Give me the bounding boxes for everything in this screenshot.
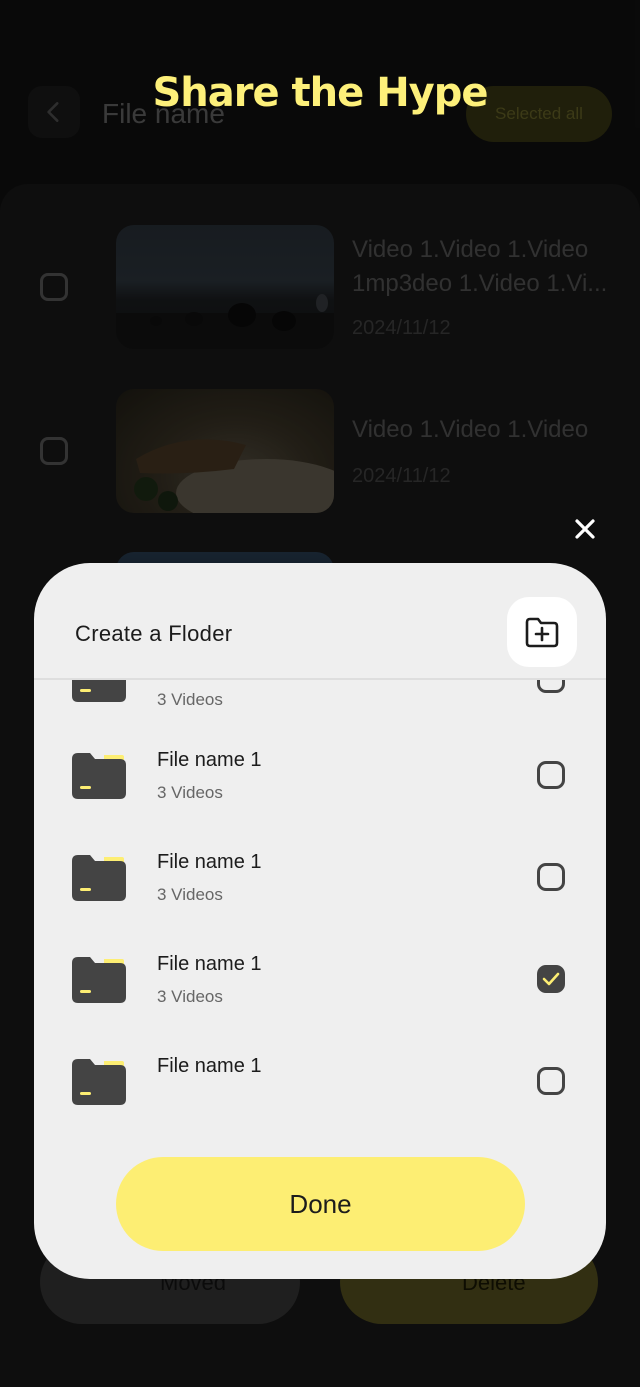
check-icon	[542, 972, 560, 986]
folder-checkbox[interactable]	[537, 680, 565, 693]
folder-checkbox[interactable]	[537, 863, 565, 891]
close-icon	[575, 519, 595, 539]
folder-row[interactable]: 3 Videos	[34, 680, 606, 730]
folder-list[interactable]: 3 Videos File name 1 3 Videos File name …	[34, 680, 606, 1129]
folder-video-count: 3 Videos	[157, 885, 223, 904]
create-folder-dialog: Create a Floder 3 Videos File name 1 3 V…	[34, 563, 606, 1279]
folder-icon	[72, 680, 126, 702]
folder-icon	[72, 957, 126, 1003]
folder-name: File name 1	[157, 1055, 262, 1077]
close-button[interactable]	[570, 514, 600, 544]
folder-checkbox[interactable]	[537, 1067, 565, 1095]
folder-checkbox[interactable]	[537, 761, 565, 789]
folder-icon	[72, 855, 126, 901]
folder-name: File name 1	[157, 749, 262, 771]
folder-row[interactable]: File name 1 3 Videos	[34, 935, 606, 1037]
folder-video-count: 3 Videos	[157, 987, 223, 1006]
share-banner: Share the Hype	[152, 70, 488, 116]
new-folder-button[interactable]	[507, 597, 577, 667]
folder-name: File name 1	[157, 851, 262, 873]
folder-icon	[72, 753, 126, 799]
folder-row[interactable]: File name 1	[34, 1037, 606, 1129]
folder-name: File name 1	[157, 953, 262, 975]
folder-row[interactable]: File name 1 3 Videos	[34, 731, 606, 833]
folder-video-count: 3 Videos	[157, 783, 223, 802]
dialog-title: Create a Floder	[75, 621, 233, 646]
folder-icon	[72, 1059, 126, 1105]
folder-checkbox-checked[interactable]	[537, 965, 565, 993]
folder-video-count: 3 Videos	[157, 690, 223, 709]
folder-plus-icon	[525, 617, 559, 648]
done-button[interactable]: Done	[116, 1157, 525, 1251]
folder-row[interactable]: File name 1 3 Videos	[34, 833, 606, 935]
